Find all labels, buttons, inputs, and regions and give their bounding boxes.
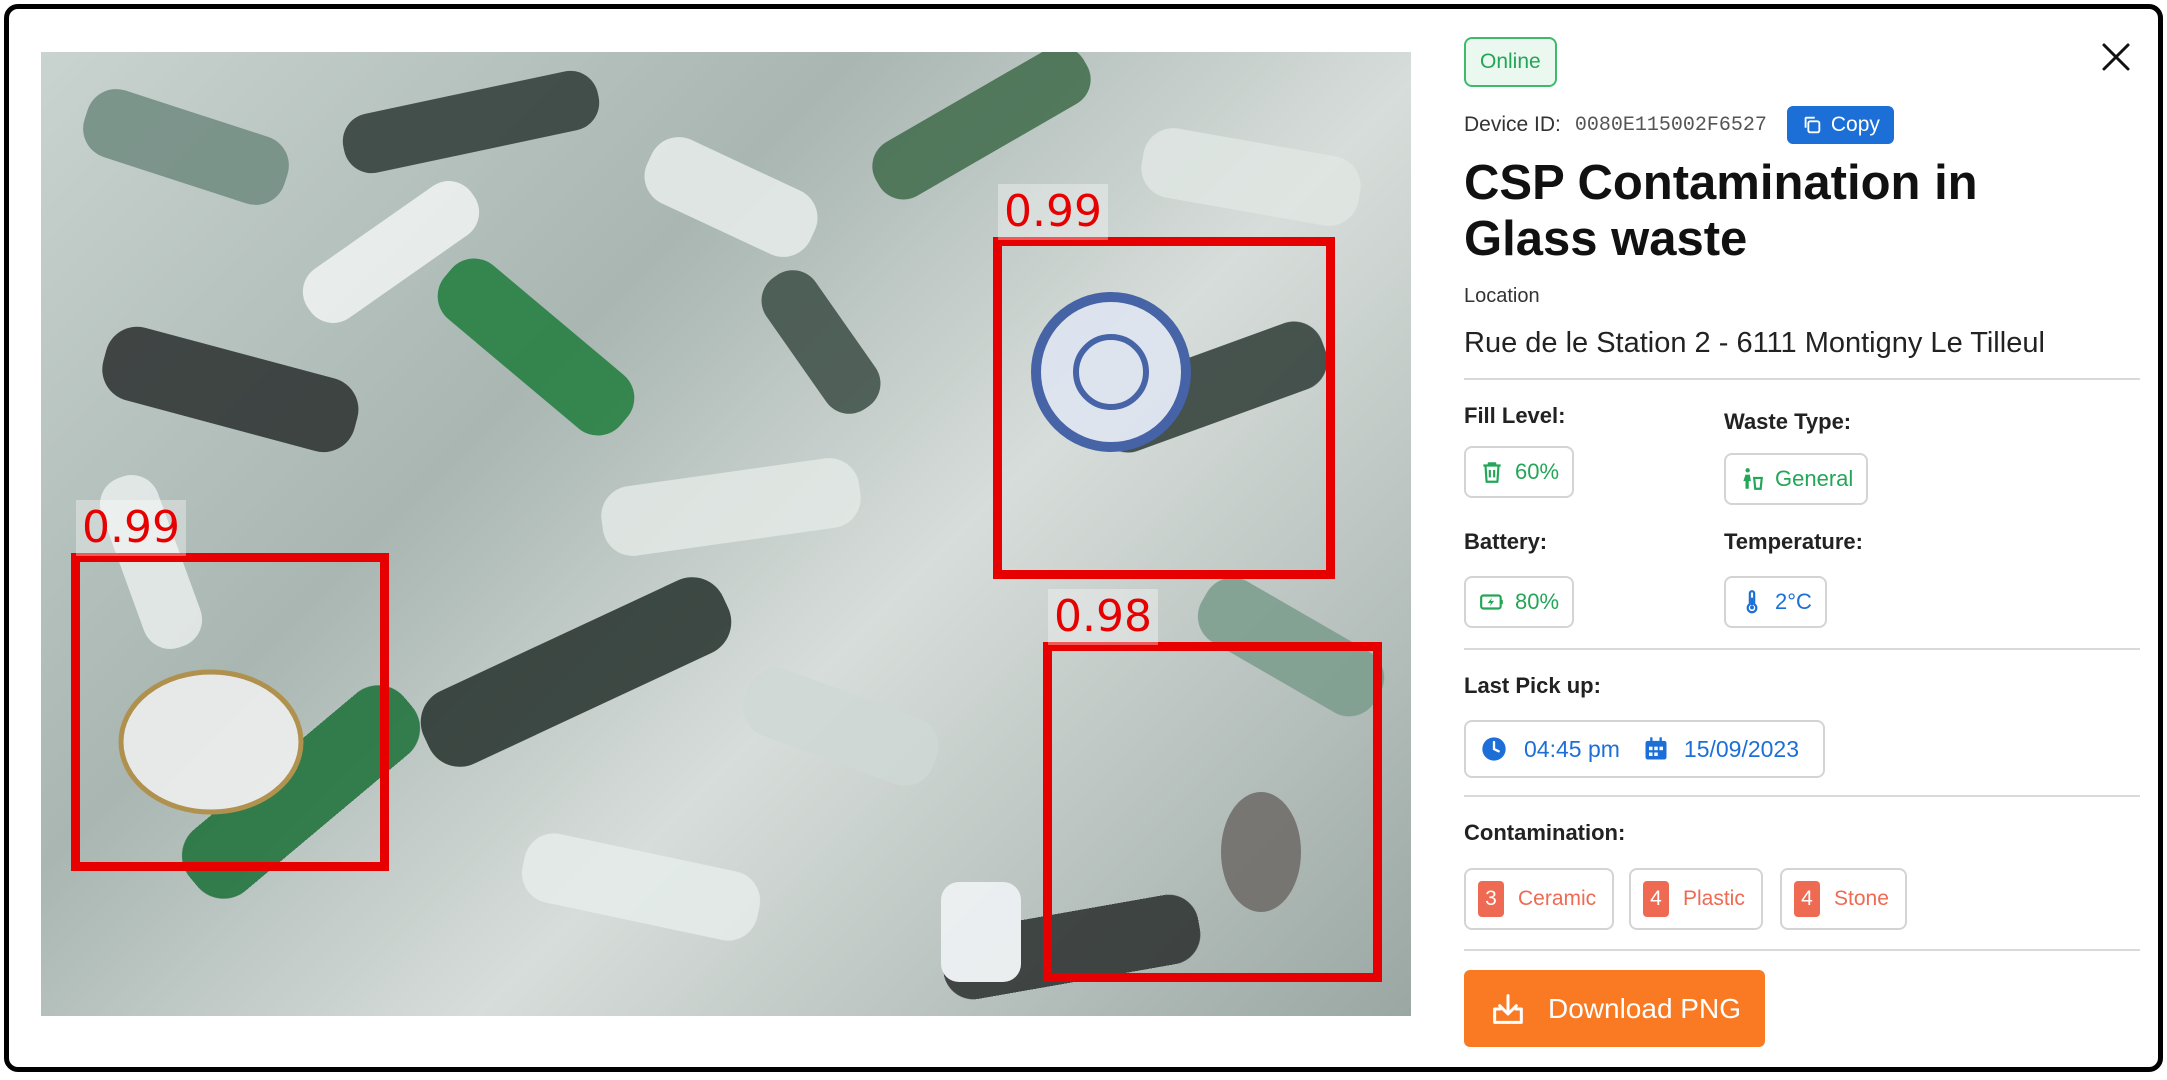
location-label: Location	[1464, 285, 1540, 307]
contamination-count: 4	[1794, 881, 1820, 917]
fill-level-value: 60%	[1515, 459, 1560, 484]
fill-level-chip: 60%	[1464, 446, 1575, 498]
status-badge: Online	[1464, 37, 1557, 87]
detection-score: 0.99	[76, 500, 186, 556]
copy-button-label: Copy	[1830, 113, 1880, 136]
fill-level-label: Fill Level:	[1464, 403, 1566, 428]
battery-value: 80%	[1515, 589, 1560, 614]
detection-box-1: 0.99	[993, 184, 1335, 579]
location-value: Rue de le Station 2 - 6111 Montigny Le T…	[1464, 327, 2045, 359]
device-id-row: Device ID: 0080E115002F6527 Copy	[1464, 106, 1894, 144]
contamination-count: 4	[1643, 881, 1669, 917]
download-png-button[interactable]: Download PNG	[1464, 970, 1765, 1047]
contamination-chip-stone: 4 Stone	[1780, 868, 1907, 930]
device-id-label: Device ID:	[1464, 113, 1561, 136]
battery-charging-icon	[1480, 594, 1503, 610]
recycle-person-icon	[1743, 468, 1763, 490]
page-title: CSP Contamination in Glass waste	[1464, 156, 1978, 266]
contamination-type: Plastic	[1683, 887, 1745, 910]
battery-chip: 80%	[1464, 576, 1575, 628]
contamination-chip-ceramic: 3 Ceramic	[1464, 868, 1615, 930]
contamination-count: 3	[1478, 881, 1504, 917]
last-pickup-label: Last Pick up:	[1464, 673, 1601, 698]
divider	[1464, 795, 2140, 797]
divider	[1464, 378, 2140, 380]
contamination-type: Stone	[1834, 887, 1889, 910]
download-icon	[1493, 993, 1523, 1024]
waste-type-value: General	[1775, 466, 1854, 491]
last-pickup-chip: 04:45 pm 15/09/2023	[1464, 720, 1825, 778]
battery-label: Battery:	[1464, 529, 1548, 554]
waste-type-chip: General	[1724, 453, 1869, 505]
waste-type-label: Waste Type:	[1724, 409, 1852, 434]
copy-button[interactable]: Copy	[1786, 106, 1894, 144]
detection-box-3: 0.98	[1043, 589, 1382, 982]
close-icon	[2102, 43, 2130, 71]
temperature-label: Temperature:	[1724, 529, 1863, 554]
trash-icon	[1483, 462, 1501, 483]
download-button-label: Download PNG	[1548, 992, 1741, 1024]
copy-icon	[1804, 116, 1821, 134]
thermometer-icon	[1746, 590, 1758, 614]
clock-icon	[1482, 737, 1506, 761]
divider	[1464, 648, 2140, 650]
divider	[1464, 949, 2140, 951]
last-pickup-date: 15/09/2023	[1683, 735, 1800, 762]
temperature-value: 2°C	[1775, 589, 1812, 614]
detection-score: 0.99	[998, 184, 1108, 240]
detection-box-2: 0.99	[71, 500, 389, 871]
contamination-chip-plastic: 4 Plastic	[1629, 868, 1763, 930]
last-pickup-time: 04:45 pm	[1524, 735, 1620, 762]
temperature-chip: 2°C	[1724, 576, 1827, 628]
detail-modal: 0.99 0.99 0.98 Online Device ID: 0080E11…	[4, 4, 2163, 1072]
contamination-type: Ceramic	[1518, 887, 1597, 910]
close-button[interactable]	[2098, 39, 2134, 75]
waste-photo: 0.99 0.99 0.98	[41, 52, 1411, 1016]
device-id-value: 0080E115002F6527	[1574, 113, 1767, 137]
info-panel: Online Device ID: 0080E115002F6527 Copy …	[1464, 9, 2154, 1067]
calendar-icon	[1645, 737, 1667, 760]
detection-score: 0.98	[1048, 589, 1158, 645]
contamination-label: Contamination:	[1464, 820, 1626, 845]
